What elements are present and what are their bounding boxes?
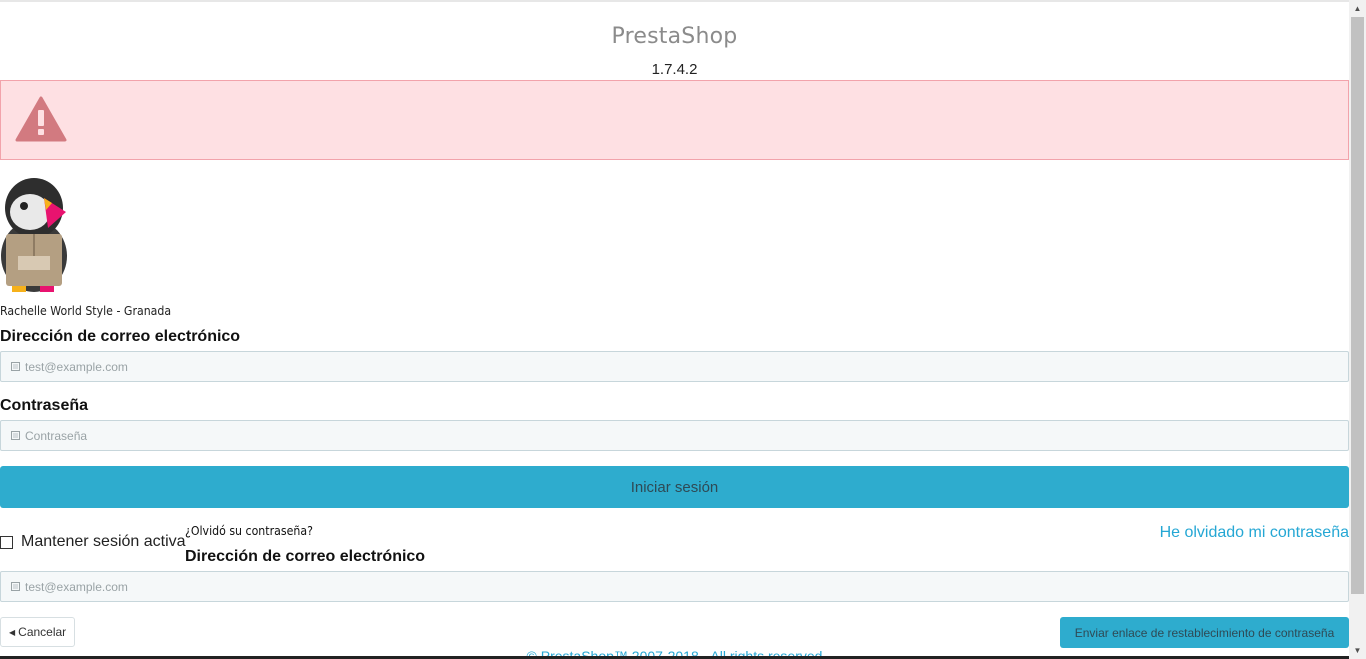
prestashop-logo: PrestaShop [611,24,738,49]
password-label: Contraseña [0,397,89,414]
scroll-up-icon[interactable]: ▲ [1349,0,1366,17]
warning-triangle-icon [15,96,67,142]
email-field-icon [11,362,20,371]
email-field[interactable] [25,359,1348,374]
version-label: 1.7.4.2 [651,61,698,78]
cancel-button[interactable]: ◀ Cancelar [0,617,76,647]
puffin-mascot-icon [1,178,67,292]
chevron-left-icon: ◀ [9,627,16,637]
vertical-scrollbar[interactable]: ▲ ▼ [1349,0,1366,659]
login-page: PrestaShop 1.7.4.2 Rachelle World Style … [0,0,1349,659]
send-reset-link-button[interactable]: Enviar enlace de restablecimiento de con… [1060,617,1349,648]
cancel-label: Cancelar [18,625,67,639]
forgot-password-title: ¿Olvidó su contraseña? [185,523,313,538]
reset-email-field-wrapper[interactable] [0,571,1349,602]
email-field-wrapper[interactable] [0,351,1349,382]
reset-email-field-icon [11,582,20,591]
email-label: Dirección de correo electrónico [0,328,241,345]
reset-email-label: Dirección de correo electrónico [185,548,426,565]
scroll-thumb[interactable] [1351,17,1364,594]
login-button[interactable]: Iniciar sesión [0,466,1349,508]
scroll-down-icon[interactable]: ▼ [1349,642,1366,659]
password-field-icon [11,431,20,440]
top-border [0,0,1349,2]
remember-checkbox[interactable] [0,535,13,549]
remember-me[interactable]: Mantener sesión activa [0,533,186,551]
error-alert [0,80,1349,160]
remember-label: Mantener sesión activa [21,533,186,550]
password-field[interactable] [25,428,1348,443]
password-field-wrapper[interactable] [0,420,1349,451]
shop-name: Rachelle World Style - Granada [0,303,172,318]
reset-email-field[interactable] [25,579,1348,594]
forgot-password-link[interactable]: He olvidado mi contraseña [1160,524,1349,542]
